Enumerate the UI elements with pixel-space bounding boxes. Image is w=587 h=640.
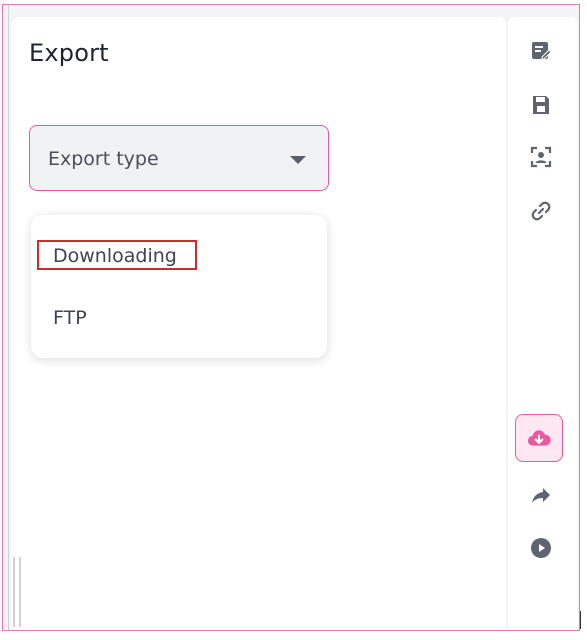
export-button[interactable] — [515, 414, 563, 462]
caret-down-icon — [290, 156, 306, 164]
save-icon[interactable] — [527, 91, 555, 119]
export-panel: Export Export type Downloading FTP — [11, 17, 506, 630]
play-circle-icon[interactable] — [527, 534, 555, 562]
panel-title: Export — [29, 39, 109, 67]
export-type-menu: Downloading FTP — [31, 215, 327, 358]
resize-handle[interactable] — [13, 557, 21, 627]
export-type-select[interactable]: Export type — [29, 125, 329, 191]
edit-note-icon[interactable] — [527, 37, 555, 65]
menu-item-downloading[interactable]: Downloading — [53, 245, 177, 267]
cloud-download-icon — [527, 430, 551, 446]
share-arrow-icon[interactable] — [527, 481, 555, 509]
side-rail — [508, 17, 578, 630]
menu-item-ftp[interactable]: FTP — [53, 307, 87, 329]
link-icon[interactable] — [527, 197, 555, 225]
face-scan-icon[interactable] — [527, 143, 555, 171]
frame-divider — [8, 5, 9, 630]
corner-mark — [580, 611, 581, 629]
export-type-label: Export type — [48, 148, 159, 170]
app-frame: Export Export type Downloading FTP — [2, 4, 580, 631]
